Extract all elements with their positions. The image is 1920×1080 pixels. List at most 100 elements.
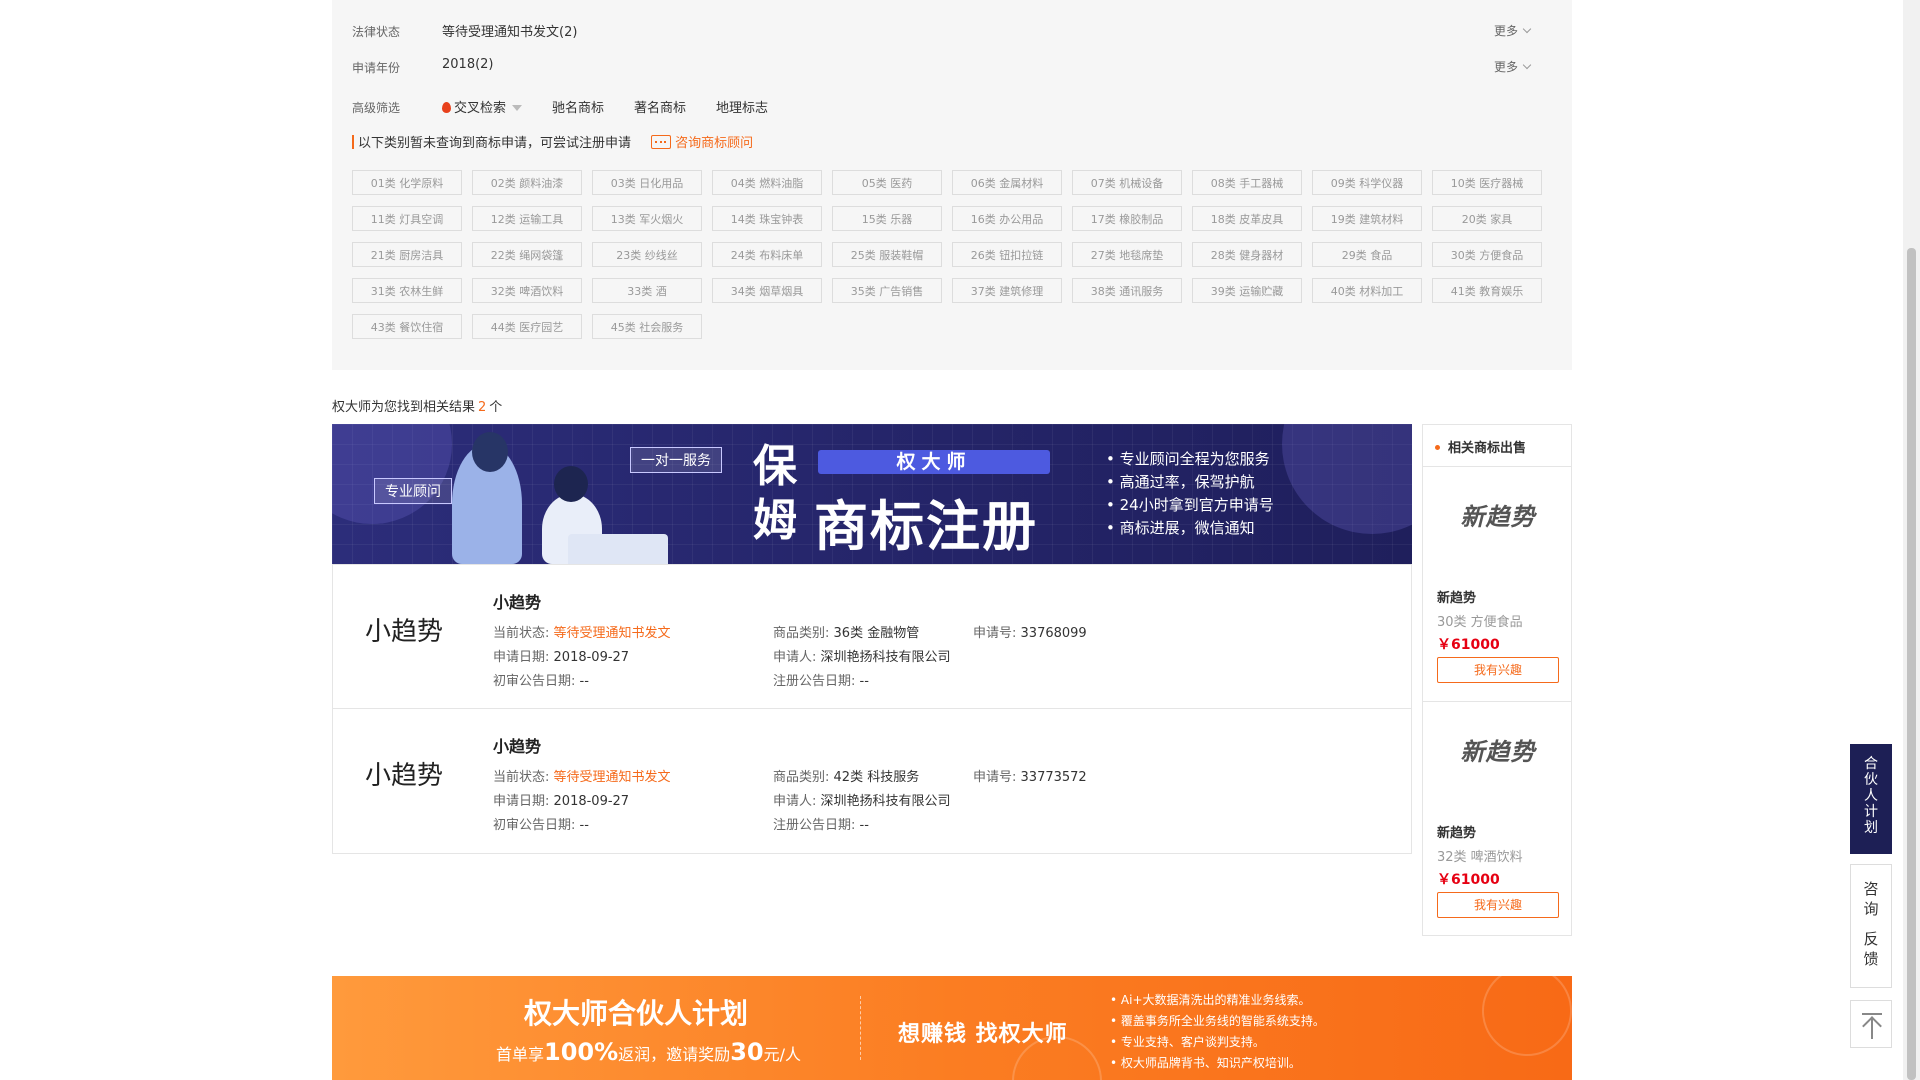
sale-trademark-logo: 新趋势: [1460, 738, 1536, 766]
class-button[interactable]: 30类 方便食品: [1432, 242, 1542, 267]
interest-button[interactable]: 我有兴趣: [1437, 892, 1559, 918]
class-button[interactable]: 38类 通讯服务: [1072, 278, 1182, 303]
class-button[interactable]: 35类 广告销售: [832, 278, 942, 303]
reg-no-label: 申请号:: [973, 770, 1017, 785]
class-button[interactable]: 05类 医药: [832, 170, 942, 195]
page: 法律状态 等待受理通知书发文(2) 更多 申请年份 2018(2) 更多 高级筛…: [0, 0, 1920, 1080]
class-button[interactable]: 02类 颜料油漆: [472, 170, 582, 195]
class-button[interactable]: 01类 化学原料: [352, 170, 462, 195]
category-label: 商品类别:: [773, 626, 830, 641]
category-label: 商品类别:: [773, 770, 830, 785]
banner-point: 24小时拿到官方申请号: [1106, 494, 1274, 517]
banner-point: 专业顾问全程为您服务: [1106, 448, 1274, 471]
class-button[interactable]: 37类 建筑修理: [952, 278, 1062, 303]
trademark-logo: 小趋势: [365, 761, 444, 791]
class-button[interactable]: 20类 家具: [1432, 206, 1542, 231]
class-button[interactable]: 43类 餐饮住宿: [352, 314, 462, 339]
trademark-name[interactable]: 小趋势: [493, 589, 541, 613]
class-button[interactable]: 27类 地毯席垫: [1072, 242, 1182, 267]
class-button[interactable]: 12类 运输工具: [472, 206, 582, 231]
year-option[interactable]: 2018(2): [442, 57, 494, 72]
partner-banner[interactable]: 权大师合伙人计划 首单享100%返润，邀请奖励30元/人 想赚钱 找权大师 Ai…: [332, 976, 1572, 1080]
year-label: 申请年份: [352, 61, 401, 75]
famous-trademark-option[interactable]: 驰名商标: [552, 97, 604, 116]
advisor-head-illustration: [472, 432, 508, 472]
partner-slogan: 想赚钱 找权大师: [898, 1022, 1068, 1047]
class-button[interactable]: 29类 食品: [1312, 242, 1422, 267]
class-button[interactable]: 16类 办公用品: [952, 206, 1062, 231]
sale-card[interactable]: 新趋势 新趋势 32类 啤酒饮料 ￥61000 我有兴趣: [1423, 702, 1571, 937]
class-button[interactable]: 23类 纱线丝: [592, 242, 702, 267]
scrollbar-thumb[interactable]: [1907, 248, 1916, 1080]
banner-point: 商标进展，微信通知: [1106, 517, 1274, 540]
year-row: 申请年份 2018(2) 更多: [352, 56, 1552, 76]
legal-status-more-button[interactable]: 更多: [1494, 22, 1532, 39]
class-button[interactable]: 09类 科学仪器: [1312, 170, 1422, 195]
class-button[interactable]: 10类 医疗器械: [1432, 170, 1542, 195]
class-button[interactable]: 03类 日化用品: [592, 170, 702, 195]
geo-mark-option[interactable]: 地理标志: [716, 97, 768, 116]
class-button[interactable]: 40类 材料加工: [1312, 278, 1422, 303]
class-button[interactable]: 07类 机械设备: [1072, 170, 1182, 195]
well-known-trademark-option[interactable]: 著名商标: [634, 97, 686, 116]
page-scrollbar[interactable]: [1903, 0, 1920, 1080]
result-item[interactable]: 小趋势 小趋势 当前状态: 等待受理通知书发文 商品类别: 42类 科技服务 申请号: …: [333, 709, 1411, 853]
caret-down-icon: [512, 105, 523, 111]
feedback-float-label: 反馈: [1863, 930, 1879, 968]
class-button[interactable]: 24类 布料床单: [712, 242, 822, 267]
class-button[interactable]: 41类 教育娱乐: [1432, 278, 1542, 303]
result-item[interactable]: 小趋势 小趋势 当前状态: 等待受理通知书发文 商品类别: 36类 金融物管 申请号: …: [333, 565, 1411, 709]
sale-trademark-name: 新趋势: [1437, 826, 1477, 841]
trademark-logo: 小趋势: [365, 617, 444, 647]
sale-card[interactable]: 新趋势 新趋势 30类 方便食品 ￥61000 我有兴趣: [1423, 467, 1571, 702]
banner-tag-advisor: 专业顾问: [374, 478, 452, 504]
class-button[interactable]: 13类 军火烟火: [592, 206, 702, 231]
consult-float-button[interactable]: 咨询: [1851, 879, 1891, 919]
class-button[interactable]: 14类 珠宝钟表: [712, 206, 822, 231]
class-button[interactable]: 34类 烟草烟具: [712, 278, 822, 303]
class-button[interactable]: 17类 橡胶制品: [1072, 206, 1182, 231]
prelim-date-field: 初审公告日期: --: [493, 814, 589, 833]
class-button[interactable]: 19类 建筑材料: [1312, 206, 1422, 231]
applicant-field: 申请人: 深圳艳扬科技有限公司: [773, 790, 951, 809]
class-button[interactable]: 45类 社会服务: [592, 314, 702, 339]
banner-brand: 权大师: [818, 450, 1050, 474]
apply-date-value: 2018-09-27: [553, 794, 630, 809]
year-more-button[interactable]: 更多: [1494, 58, 1532, 75]
coin-deco: [1482, 976, 1572, 1056]
consult-advisor-link[interactable]: 咨询商标顾问: [651, 135, 753, 151]
cross-search-option[interactable]: 交叉检索: [442, 97, 523, 116]
result-count-prefix: 权大师为您找到相关结果: [332, 400, 476, 415]
partner-plan-float-button[interactable]: 合伙人计划: [1850, 744, 1892, 854]
interest-button[interactable]: 我有兴趣: [1437, 657, 1559, 683]
category-field: 商品类别: 42类 科技服务: [773, 766, 919, 785]
class-button[interactable]: 26类 钮扣拉链: [952, 242, 1062, 267]
banner-point: 高通过率，保驾护航: [1106, 471, 1274, 494]
trademark-name[interactable]: 小趋势: [493, 733, 541, 757]
legal-status-option[interactable]: 等待受理通知书发文(2): [442, 21, 577, 40]
class-button[interactable]: 44类 医疗园艺: [472, 314, 582, 339]
class-button[interactable]: 11类 灯具空调: [352, 206, 462, 231]
class-button[interactable]: 33类 酒: [592, 278, 702, 303]
back-to-top-button[interactable]: [1850, 1000, 1892, 1048]
class-button[interactable]: 31类 农林生鲜: [352, 278, 462, 303]
class-button[interactable]: 25类 服装鞋帽: [832, 242, 942, 267]
class-button[interactable]: 21类 厨房洁具: [352, 242, 462, 267]
class-button[interactable]: 06类 金属材料: [952, 170, 1062, 195]
related-sale-header: 相关商标出售: [1423, 425, 1571, 467]
partner-point: 覆盖事务所全业务线的智能系统支持。: [1110, 1011, 1325, 1032]
class-button[interactable]: 39类 运输贮藏: [1192, 278, 1302, 303]
feedback-float-button[interactable]: 反馈: [1851, 929, 1891, 969]
result-count: 权大师为您找到相关结果 2 个: [332, 396, 502, 415]
class-button[interactable]: 18类 皮革皮具: [1192, 206, 1302, 231]
class-button[interactable]: 28类 健身器材: [1192, 242, 1302, 267]
class-button[interactable]: 32类 啤酒饮料: [472, 278, 582, 303]
class-button[interactable]: 08类 手工器械: [1192, 170, 1302, 195]
apply-date-label: 申请日期:: [493, 650, 550, 665]
class-button[interactable]: 04类 燃料油脂: [712, 170, 822, 195]
class-button[interactable]: 22类 绳网袋篷: [472, 242, 582, 267]
reg-no-value: 33768099: [1020, 626, 1087, 641]
prelim-date-value: --: [579, 674, 589, 689]
registration-banner[interactable]: 专业顾问 一对一服务 保姆 权大师 商标注册 专业顾问全程为您服务 高通过率，保…: [332, 424, 1412, 564]
class-button[interactable]: 15类 乐器: [832, 206, 942, 231]
